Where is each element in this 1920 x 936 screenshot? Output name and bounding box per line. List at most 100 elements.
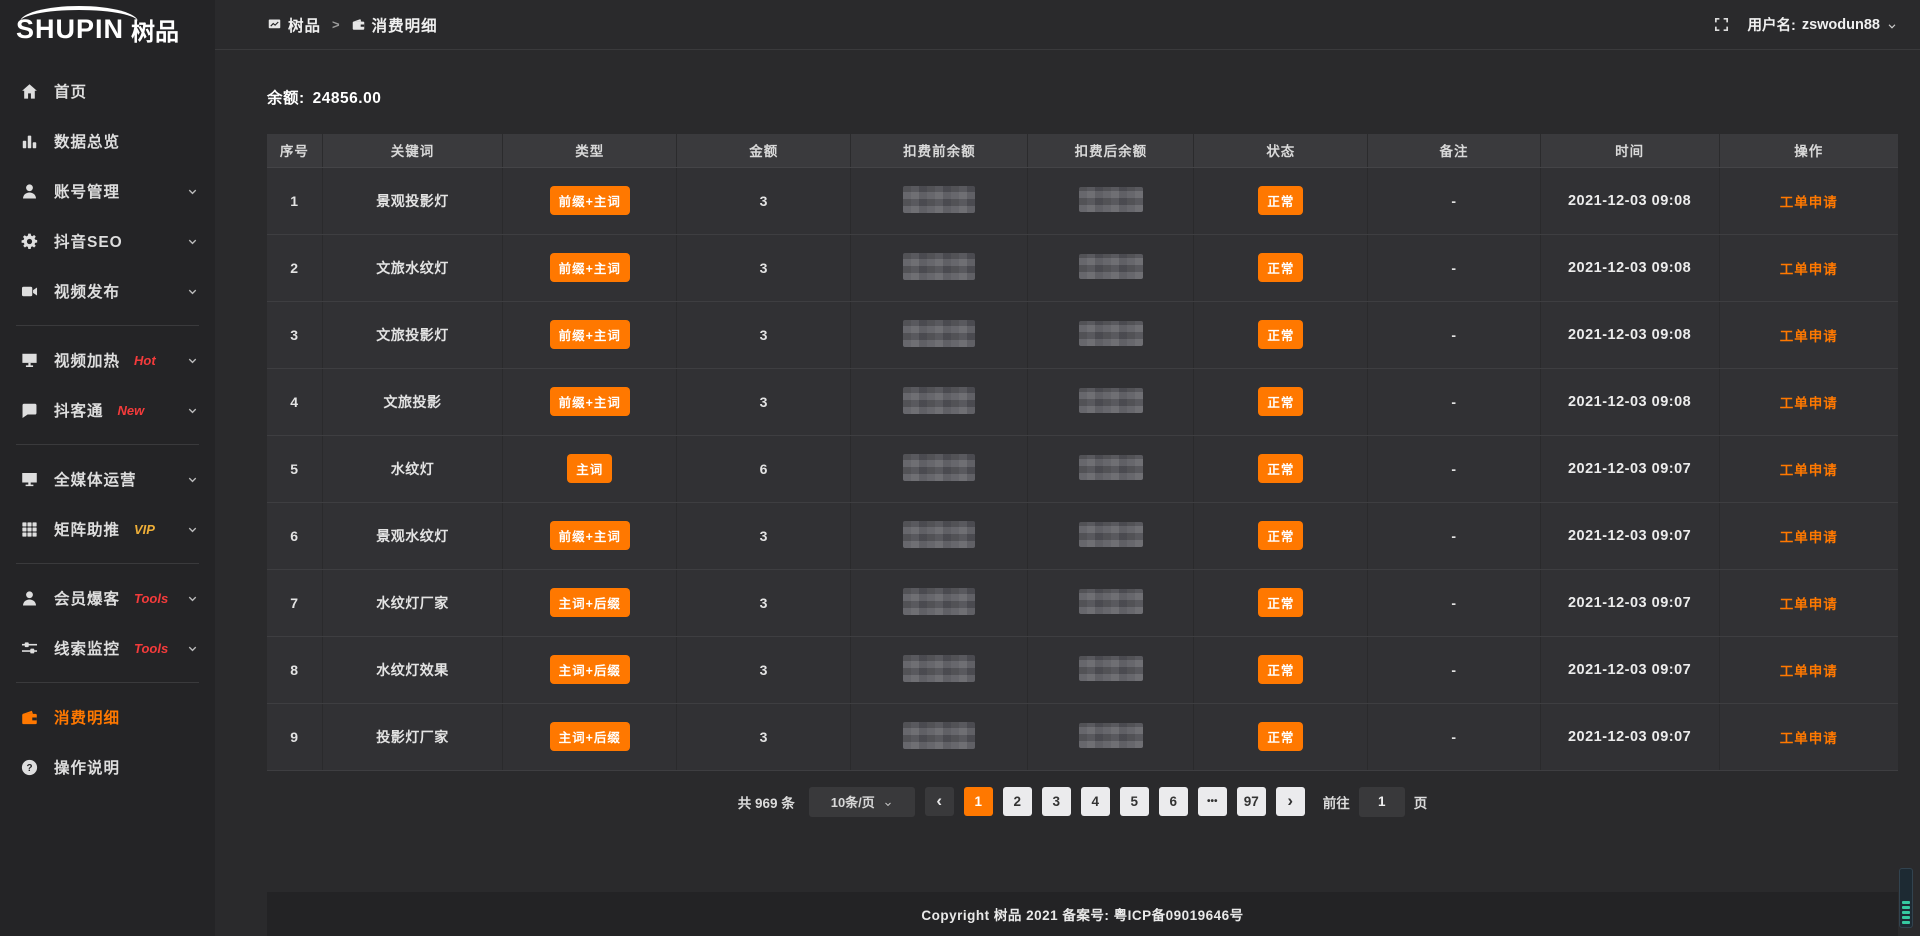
keyword-text: 水纹灯厂家 [376, 595, 449, 611]
sidebar-item-数据总览[interactable]: 数据总览 [0, 116, 215, 166]
action-cell: 工单申请 [1719, 502, 1898, 569]
ticket-request-link[interactable]: 工单申请 [1780, 195, 1838, 210]
balance-after-cell [1028, 301, 1194, 368]
sidebar-item-线索监控[interactable]: 线索监控Tools [0, 623, 215, 673]
page-button-1[interactable]: 1 [964, 787, 993, 816]
table-row: 4文旅投影前缀+主词3正常-2021-12-03 09:08工单申请 [267, 368, 1898, 435]
page-buttons: 123456 ••• 97 [964, 787, 1266, 816]
keyword-cell: 文旅水纹灯 [322, 234, 502, 301]
type-badge: 主词 [567, 454, 612, 483]
prev-page-button[interactable]: ‹ [925, 787, 954, 816]
status-cell: 正常 [1194, 569, 1368, 636]
ticket-request-link[interactable]: 工单申请 [1780, 463, 1838, 478]
ticket-request-link[interactable]: 工单申请 [1780, 597, 1838, 612]
sidebar-item-label: 数据总览 [54, 130, 120, 152]
sidebar-item-视频发布[interactable]: 视频发布 [0, 266, 215, 316]
type-cell: 前缀+主词 [503, 301, 677, 368]
amount-value: 3 [760, 327, 768, 343]
time-value: 2021-12-03 09:08 [1568, 260, 1691, 276]
row-index-cell: 3 [267, 301, 322, 368]
sidebar-divider [16, 325, 199, 326]
sidebar-item-抖音SEO[interactable]: 抖音SEO [0, 216, 215, 266]
goto-page-input[interactable] [1359, 787, 1405, 817]
balance-before-cell [851, 502, 1028, 569]
time-value: 2021-12-03 09:08 [1568, 327, 1691, 343]
next-page-button[interactable]: › [1276, 787, 1305, 816]
sidebar-item-视频加热[interactable]: 视频加热Hot [0, 335, 215, 385]
fullscreen-icon[interactable] [1713, 16, 1730, 33]
page-button-4[interactable]: 4 [1081, 787, 1110, 816]
masked-balance-before [903, 186, 975, 213]
amount-value: 3 [760, 729, 768, 745]
status-cell: 正常 [1194, 301, 1368, 368]
remark-cell: - [1368, 636, 1540, 703]
column-header-状态: 状态 [1194, 134, 1368, 167]
balance-after-cell [1028, 234, 1194, 301]
row-index-cell: 1 [267, 167, 322, 234]
ticket-request-link[interactable]: 工单申请 [1780, 664, 1838, 679]
page-button-5[interactable]: 5 [1120, 787, 1149, 816]
masked-balance-after [1079, 321, 1143, 346]
remark-value: - [1451, 528, 1456, 544]
ticket-request-link[interactable]: 工单申请 [1780, 262, 1838, 277]
sidebar-item-操作说明[interactable]: ?操作说明 [0, 742, 215, 792]
column-header-备注: 备注 [1368, 134, 1540, 167]
ticket-request-link[interactable]: 工单申请 [1780, 731, 1838, 746]
page-size-select[interactable]: 10条/页 [809, 787, 915, 817]
corner-widget[interactable] [1899, 868, 1913, 928]
time-cell: 2021-12-03 09:08 [1540, 234, 1719, 301]
ticket-request-link[interactable]: 工单申请 [1780, 530, 1838, 545]
sidebar-item-矩阵助推[interactable]: 矩阵助推VIP [0, 504, 215, 554]
page-button-6[interactable]: 6 [1159, 787, 1188, 816]
sidebar-item-抖客通[interactable]: 抖客通New [0, 385, 215, 435]
breadcrumb-item-树品[interactable]: 树品 [267, 14, 321, 36]
row-index: 6 [290, 528, 298, 544]
sidebar-item-消费明细[interactable]: 消费明细 [0, 692, 215, 742]
sidebar-item-账号管理[interactable]: 账号管理 [0, 166, 215, 216]
sidebar-item-会员爆客[interactable]: 会员爆客Tools [0, 573, 215, 623]
status-badge: 正常 [1258, 186, 1303, 215]
amount-value: 3 [760, 193, 768, 209]
page-button-97[interactable]: 97 [1237, 787, 1266, 816]
remark-value: - [1451, 193, 1456, 209]
sidebar-item-首页[interactable]: 首页 [0, 66, 215, 116]
sidebar-divider [16, 563, 199, 564]
masked-balance-after [1079, 254, 1143, 279]
page-ellipsis-button[interactable]: ••• [1198, 787, 1227, 816]
sidebar-item-badge: New [118, 403, 145, 418]
chevron-down-icon [186, 235, 199, 248]
status-cell: 正常 [1194, 502, 1368, 569]
sidebar-item-badge: VIP [134, 522, 155, 537]
table-row: 3文旅投影灯前缀+主词3正常-2021-12-03 09:08工单申请 [267, 301, 1898, 368]
remark-cell: - [1368, 234, 1540, 301]
sidebar: SHUPIN 树品 首页数据总览账号管理抖音SEO视频发布视频加热Hot抖客通N… [0, 0, 215, 936]
chevron-down-icon [186, 285, 199, 298]
remark-cell: - [1368, 435, 1540, 502]
page-size-value: 10条/页 [831, 792, 875, 811]
user-dropdown[interactable]: 用户名: zswodun88 [1748, 14, 1899, 35]
screen-icon [20, 351, 39, 370]
status-cell: 正常 [1194, 435, 1368, 502]
breadcrumb-item-消费明细[interactable]: 消费明细 [351, 14, 438, 36]
balance-value: 24856.00 [313, 90, 382, 107]
sidebar-item-全媒体运营[interactable]: 全媒体运营 [0, 454, 215, 504]
ticket-request-link[interactable]: 工单申请 [1780, 396, 1838, 411]
sidebar-item-label: 操作说明 [54, 756, 120, 778]
column-header-时间: 时间 [1540, 134, 1719, 167]
time-value: 2021-12-03 09:07 [1568, 528, 1691, 544]
ticket-request-link[interactable]: 工单申请 [1780, 329, 1838, 344]
action-cell: 工单申请 [1719, 301, 1898, 368]
main-area: 树品>消费明细 用户名: zswodun88 余额:24856.00 [215, 0, 1920, 936]
breadcrumb: 树品>消费明细 [267, 14, 438, 36]
page-button-2[interactable]: 2 [1003, 787, 1032, 816]
keyword-cell: 投影灯厂家 [322, 703, 502, 770]
page-button-3[interactable]: 3 [1042, 787, 1071, 816]
sidebar-item-label: 首页 [54, 80, 87, 102]
remark-value: - [1451, 729, 1456, 745]
status-badge: 正常 [1258, 521, 1303, 550]
balance-row: 余额:24856.00 [267, 86, 1898, 108]
type-badge: 前缀+主词 [550, 320, 630, 349]
remark-value: - [1451, 461, 1456, 477]
row-index-cell: 8 [267, 636, 322, 703]
table-header-row: 序号关键词类型金额扣费前余额扣费后余额状态备注时间操作 [267, 134, 1898, 167]
